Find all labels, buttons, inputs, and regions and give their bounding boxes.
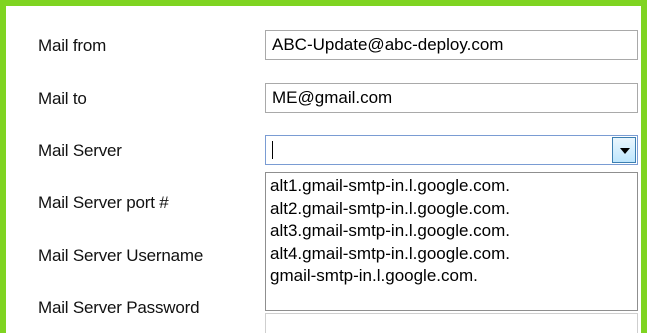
mail-to-label: Mail to [38,89,87,108]
text-caret [272,141,273,159]
mail-from-label: Mail from [38,36,107,55]
mail-server-port-label: Mail Server port # [38,193,169,212]
mail-to-field[interactable]: ME@gmail.com [265,83,638,113]
dropdown-option[interactable]: alt3.gmail-smtp-in.l.google.com. [270,220,637,243]
dropdown-option[interactable]: alt1.gmail-smtp-in.l.google.com. [270,175,637,198]
dropdown-button[interactable] [612,137,636,163]
dropdown-option[interactable]: alt2.gmail-smtp-in.l.google.com. [270,198,637,221]
mail-server-combobox[interactable] [265,135,638,165]
mail-server-label: Mail Server [38,141,122,160]
mail-server-dropdown-list: alt1.gmail-smtp-in.l.google.com. alt2.gm… [265,172,638,311]
mail-server-username-label: Mail Server Username [38,246,204,265]
mail-server-password-label: Mail Server Password [38,298,200,317]
dropdown-option[interactable]: alt4.gmail-smtp-in.l.google.com. [270,243,637,266]
dropdown-option[interactable]: gmail-smtp-in.l.google.com. [270,265,637,288]
chevron-down-icon [620,148,630,154]
mail-server-password-field[interactable] [265,313,638,333]
mail-from-field[interactable]: ABC-Update@abc-deploy.com [265,30,638,60]
